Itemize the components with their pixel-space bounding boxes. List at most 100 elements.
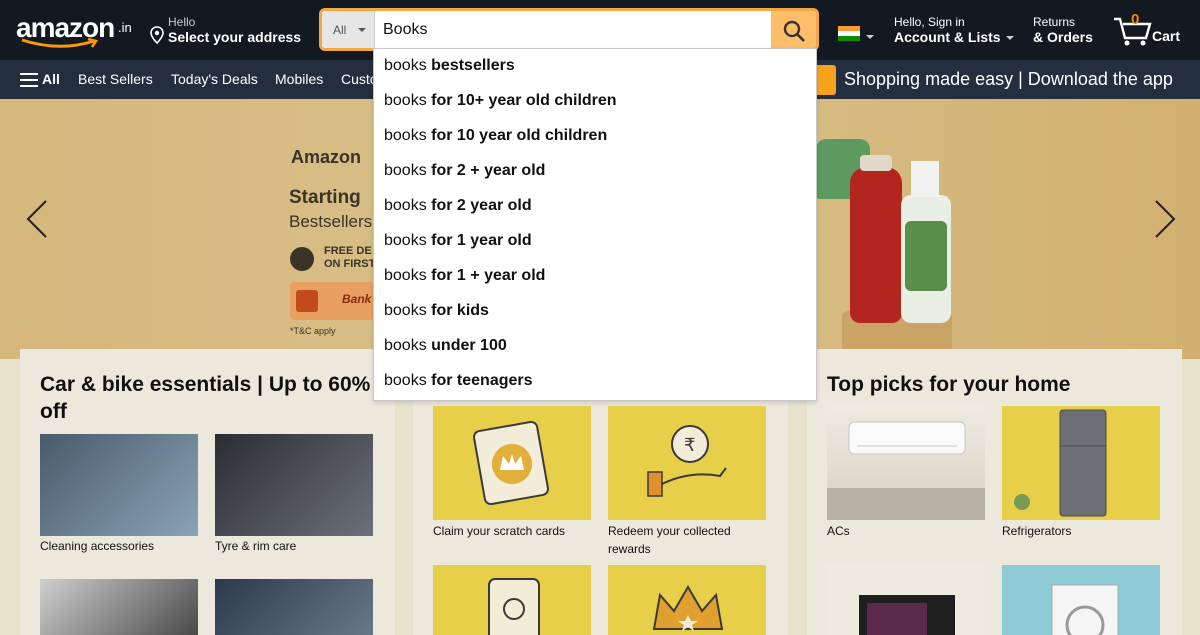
tile-microwaves[interactable] bbox=[827, 565, 985, 635]
air-conditioner-icon bbox=[827, 421, 985, 520]
suggestion-prefix: books bbox=[384, 127, 427, 144]
suggestion-prefix: books bbox=[384, 197, 427, 214]
tile-rewards-app[interactable] bbox=[433, 565, 591, 635]
address-greeting: Hello bbox=[168, 15, 196, 29]
amazon-app-icon bbox=[814, 65, 836, 95]
microwave-image bbox=[827, 565, 985, 635]
washing-machine-image bbox=[1002, 565, 1160, 635]
helmet-image bbox=[40, 579, 198, 635]
search-category-dropdown[interactable]: All bbox=[322, 11, 375, 48]
account-greeting: Hello, Sign in bbox=[894, 15, 965, 29]
app-download-promo[interactable]: Shopping made easy | Download the app bbox=[814, 64, 1194, 96]
product-bottle-image bbox=[850, 155, 902, 323]
suggestion-prefix: books bbox=[384, 57, 427, 74]
suggestion-item[interactable]: books for 1 year old bbox=[374, 224, 816, 259]
suggestion-item[interactable]: books bestsellers bbox=[374, 49, 816, 84]
suggestion-item[interactable]: books for 10+ year old children bbox=[374, 84, 816, 119]
tile-car-accessories[interactable] bbox=[215, 579, 373, 635]
nav-link-mobiles[interactable]: Mobiles bbox=[275, 71, 323, 87]
tile-scratch-cards[interactable]: Claim your scratch cards bbox=[433, 406, 591, 556]
card-title: Car & bike essentials | Up to 60% off bbox=[40, 373, 371, 423]
tile-caption: Cleaning accessories bbox=[40, 539, 155, 553]
account-lists-menu[interactable]: Hello, Sign in Account & Lists bbox=[894, 14, 1019, 48]
washing-machine-icon bbox=[1051, 584, 1119, 635]
suggestion-prefix: books bbox=[384, 337, 427, 354]
address-label: Select your address bbox=[168, 29, 302, 45]
refrigerator-icon bbox=[1014, 409, 1107, 517]
nav-link-todays-deals[interactable]: Today's Deals bbox=[171, 71, 258, 87]
svg-text:₹: ₹ bbox=[684, 435, 695, 456]
tile-acs[interactable]: ACs bbox=[827, 406, 985, 546]
card-car-bike-essentials: Car & bike essentials | Up to 60% off Cl… bbox=[20, 349, 395, 635]
hero-tc-text: *T&C apply bbox=[290, 326, 336, 336]
bank-logo-icon bbox=[296, 290, 318, 312]
rewards-phone-image bbox=[433, 565, 591, 635]
tile-refrigerators[interactable]: Refrigerators bbox=[1002, 406, 1160, 546]
search-input[interactable] bbox=[375, 11, 773, 48]
cart-button[interactable]: 0 Cart bbox=[1112, 10, 1192, 50]
suggestion-prefix: books bbox=[384, 267, 427, 284]
all-menu-label: All bbox=[42, 71, 60, 87]
returns-label: Returns bbox=[1033, 15, 1076, 29]
suggestion-completion: for kids bbox=[431, 302, 489, 319]
crown-icon bbox=[652, 585, 724, 631]
tile-tyre-rim-care[interactable]: Tyre & rim care bbox=[215, 434, 373, 554]
tile-helmets[interactable] bbox=[40, 579, 198, 635]
cleaning-accessories-image bbox=[40, 434, 198, 536]
chevron-left-icon[interactable] bbox=[24, 199, 52, 239]
suggestion-item[interactable]: books for 10 year old children bbox=[374, 119, 816, 154]
tile-washing-machines[interactable] bbox=[1002, 565, 1160, 635]
truck-icon bbox=[290, 247, 314, 271]
hamburger-icon bbox=[20, 73, 38, 87]
suggestion-completion: for 2 year old bbox=[431, 197, 532, 214]
amazon-logo[interactable]: amazon .in bbox=[16, 12, 136, 50]
chevron-down-icon bbox=[866, 35, 874, 39]
suggestion-item[interactable]: books for teenagers bbox=[374, 364, 816, 399]
suggestion-completion: for teenagers bbox=[431, 372, 533, 389]
bank-label: Bank bbox=[342, 292, 372, 306]
chevron-right-icon[interactable] bbox=[1150, 199, 1178, 239]
search-button[interactable] bbox=[771, 11, 816, 48]
suggestion-prefix: books bbox=[384, 232, 427, 249]
suggestion-prefix: books bbox=[384, 372, 427, 389]
hero-subtitle-2: Bestsellers bbox=[289, 212, 373, 231]
suggestion-prefix: books bbox=[384, 162, 427, 179]
microwave-icon bbox=[859, 595, 955, 635]
card-title: Top picks for your home bbox=[827, 373, 1071, 396]
nav-link-best-sellers[interactable]: Best Sellers bbox=[78, 71, 153, 87]
suggestion-completion: for 10 year old children bbox=[431, 127, 608, 144]
cart-label: Cart bbox=[1152, 28, 1181, 44]
suggestion-prefix: books bbox=[384, 92, 427, 109]
returns-orders-link[interactable]: Returns & Orders bbox=[1033, 14, 1103, 48]
crown-card-icon bbox=[473, 420, 549, 506]
delivery-address[interactable]: Hello Select your address bbox=[150, 14, 310, 48]
cart-count: 0 bbox=[1131, 11, 1140, 28]
tile-rewards-crown[interactable] bbox=[608, 565, 766, 635]
suggestion-completion: bestsellers bbox=[431, 57, 515, 74]
suggestion-prefix: books bbox=[384, 302, 427, 319]
search-bar: All bbox=[319, 8, 819, 51]
rupee-coin-icon: ₹ bbox=[647, 425, 727, 497]
logo-tld: .in bbox=[118, 20, 132, 35]
tyre-rim-care-image bbox=[215, 434, 373, 536]
hero-subtitle: Starting bbox=[289, 187, 361, 208]
smile-icon bbox=[21, 38, 99, 48]
suggestion-item[interactable]: books for 1 + year old bbox=[374, 259, 816, 294]
suggestion-item[interactable]: books for 2 year old bbox=[374, 189, 816, 224]
suggestion-item[interactable]: books for 2 + year old bbox=[374, 154, 816, 189]
tile-redeem-rewards[interactable]: ₹ Redeem your collected rewards bbox=[608, 406, 766, 556]
suggestion-item[interactable]: books for kids bbox=[374, 294, 816, 329]
car-accessory-image bbox=[215, 579, 373, 635]
bank-offer-badge: Bank bbox=[290, 282, 374, 320]
promo-text: Shopping made easy | Download the app bbox=[844, 69, 1173, 89]
suggestion-item[interactable]: books under 100 bbox=[374, 329, 816, 364]
rewards-coin-image: ₹ bbox=[608, 406, 766, 520]
suggestion-completion: for 1 + year old bbox=[431, 267, 546, 284]
language-selector[interactable] bbox=[838, 26, 876, 42]
suggestion-completion: for 1 year old bbox=[431, 232, 532, 249]
chevron-down-icon bbox=[358, 28, 366, 32]
location-pin-icon bbox=[150, 26, 164, 44]
tile-cleaning-accessories[interactable]: Cleaning accessories bbox=[40, 434, 198, 554]
phone-icon bbox=[488, 578, 540, 635]
tile-caption: Tyre & rim care bbox=[215, 539, 297, 553]
